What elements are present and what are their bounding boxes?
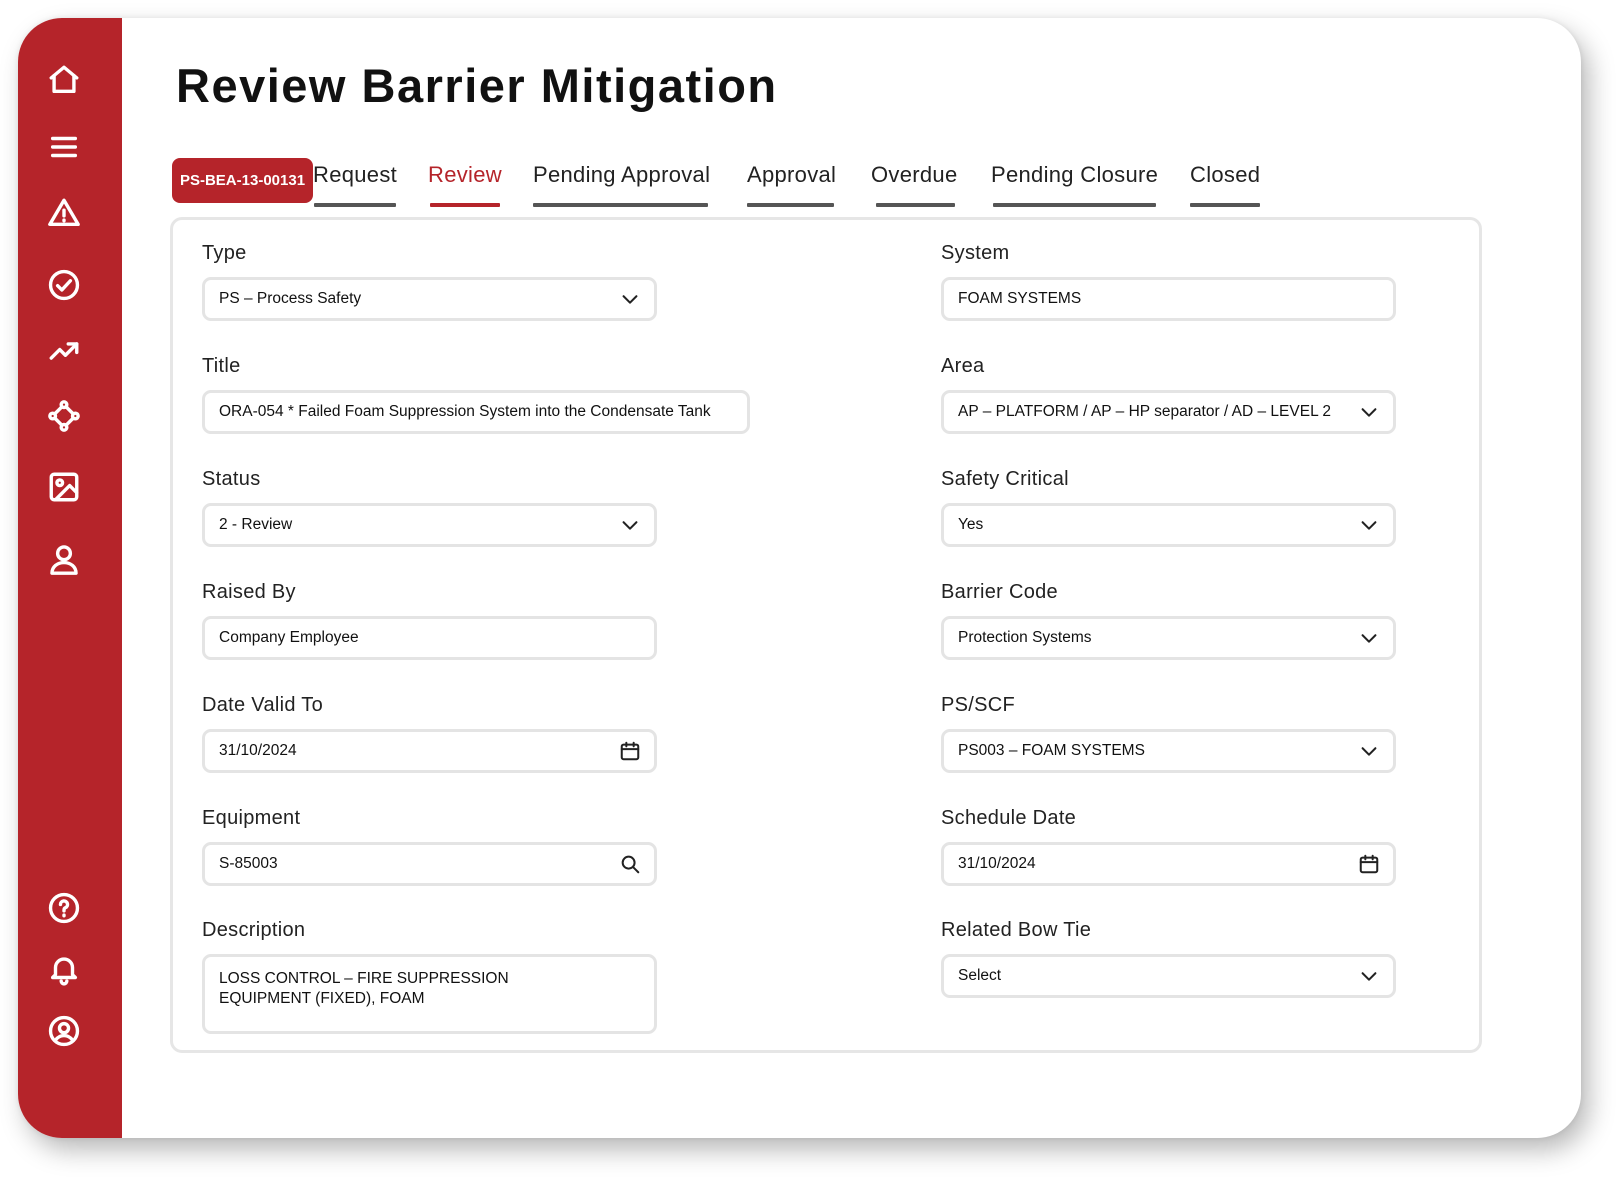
equipment-label: Equipment [202, 807, 301, 829]
title-value: ORA-054 * Failed Foam Suppression System… [219, 403, 711, 420]
area-label: Area [941, 355, 985, 377]
app-window: Review Barrier Mitigation PS-BEA-13-0013… [18, 18, 1581, 1138]
description-label: Description [202, 919, 306, 941]
tab-label: Request [313, 162, 398, 187]
barrier-code-value: Protection Systems [958, 629, 1092, 646]
tab-label: Pending Approval [533, 162, 711, 187]
tab-approval[interactable]: Approval [747, 162, 837, 207]
title-input[interactable]: ORA-054 * Failed Foam Suppression System… [202, 390, 750, 434]
network-icon[interactable] [46, 398, 82, 434]
type-value: PS – Process Safety [219, 290, 362, 307]
type-select[interactable]: PS – Process Safety [202, 277, 657, 321]
description-textarea[interactable]: LOSS CONTROL – FIRE SUPPRESSION EQUIPMEN… [202, 954, 657, 1034]
schedule-date-input[interactable]: 31/10/2024 [941, 842, 1396, 886]
ps-scf-label: PS/SCF [941, 694, 1016, 716]
tab-pending-closure[interactable]: Pending Closure [991, 162, 1159, 207]
raised-by-input[interactable]: Company Employee [202, 616, 657, 660]
tab-pending-approval[interactable]: Pending Approval [533, 162, 711, 207]
ps-scf-value: PS003 – FOAM SYSTEMS [958, 742, 1145, 759]
chevron-down-icon [618, 513, 642, 537]
description-value: LOSS CONTROL – FIRE SUPPRESSION EQUIPMEN… [219, 970, 509, 1007]
tab-label: Review [428, 162, 502, 187]
home-icon[interactable] [46, 62, 82, 98]
status-value: 2 - Review [219, 516, 293, 533]
area-value: AP – PLATFORM / AP – HP separator / AD –… [958, 403, 1332, 420]
system-input[interactable]: FOAM SYSTEMS [941, 277, 1396, 321]
area-select[interactable]: AP – PLATFORM / AP – HP separator / AD –… [941, 390, 1396, 434]
chevron-down-icon [1357, 739, 1381, 763]
safety-critical-select[interactable]: Yes [941, 503, 1396, 547]
account-circle-icon[interactable] [46, 1013, 82, 1049]
record-id-badge: PS-BEA-13-00131 [172, 158, 313, 203]
date-valid-to-input[interactable]: 31/10/2024 [202, 729, 657, 773]
tab-overdue[interactable]: Overdue [871, 162, 958, 207]
form-card: Type PS – Process Safety Title ORA-054 *… [170, 217, 1482, 1053]
trending-up-icon[interactable] [46, 333, 82, 369]
chevron-down-icon [1357, 400, 1381, 424]
system-label: System [941, 242, 1010, 264]
tab-label: Closed [1190, 162, 1261, 187]
date-valid-to-value: 31/10/2024 [219, 742, 297, 759]
barrier-code-select[interactable]: Protection Systems [941, 616, 1396, 660]
schedule-date-value: 31/10/2024 [958, 855, 1036, 872]
date-valid-to-label: Date Valid To [202, 694, 324, 716]
tab-label: Approval [747, 162, 837, 187]
ps-scf-select[interactable]: PS003 – FOAM SYSTEMS [941, 729, 1396, 773]
bell-icon[interactable] [46, 951, 82, 987]
status-label: Status [202, 468, 261, 490]
related-bow-tie-label: Related Bow Tie [941, 919, 1092, 941]
chevron-down-icon [1357, 626, 1381, 650]
safety-critical-label: Safety Critical [941, 468, 1069, 490]
tab-label: Overdue [871, 162, 958, 187]
tab-review[interactable]: Review [428, 162, 502, 207]
check-circle-icon[interactable] [46, 267, 82, 303]
calendar-icon[interactable] [1357, 852, 1381, 876]
page-title: Review Barrier Mitigation [176, 59, 778, 112]
barrier-code-label: Barrier Code [941, 581, 1058, 603]
raised-by-label: Raised By [202, 581, 296, 603]
calendar-icon[interactable] [618, 739, 642, 763]
user-icon[interactable] [46, 541, 82, 577]
related-bow-tie-value: Select [958, 967, 1002, 984]
raised-by-value: Company Employee [219, 629, 359, 646]
related-bow-tie-select[interactable]: Select [941, 954, 1396, 998]
chevron-down-icon [1357, 513, 1381, 537]
system-value: FOAM SYSTEMS [958, 290, 1082, 307]
menu-icon[interactable] [46, 129, 82, 165]
equipment-value: S-85003 [219, 855, 278, 872]
search-icon[interactable] [618, 852, 642, 876]
title-label: Title [202, 355, 241, 377]
chevron-down-icon [618, 287, 642, 311]
type-label: Type [202, 242, 247, 264]
image-icon[interactable] [46, 469, 82, 505]
sidebar [18, 18, 122, 1138]
tab-request[interactable]: Request [313, 162, 398, 207]
tab-label: Pending Closure [991, 162, 1159, 187]
equipment-input[interactable]: S-85003 [202, 842, 657, 886]
help-icon[interactable] [46, 890, 82, 926]
chevron-down-icon [1357, 964, 1381, 988]
status-select[interactable]: 2 - Review [202, 503, 657, 547]
schedule-date-label: Schedule Date [941, 807, 1077, 829]
warning-icon[interactable] [46, 195, 82, 231]
safety-critical-value: Yes [958, 516, 984, 533]
tab-closed[interactable]: Closed [1190, 162, 1261, 207]
